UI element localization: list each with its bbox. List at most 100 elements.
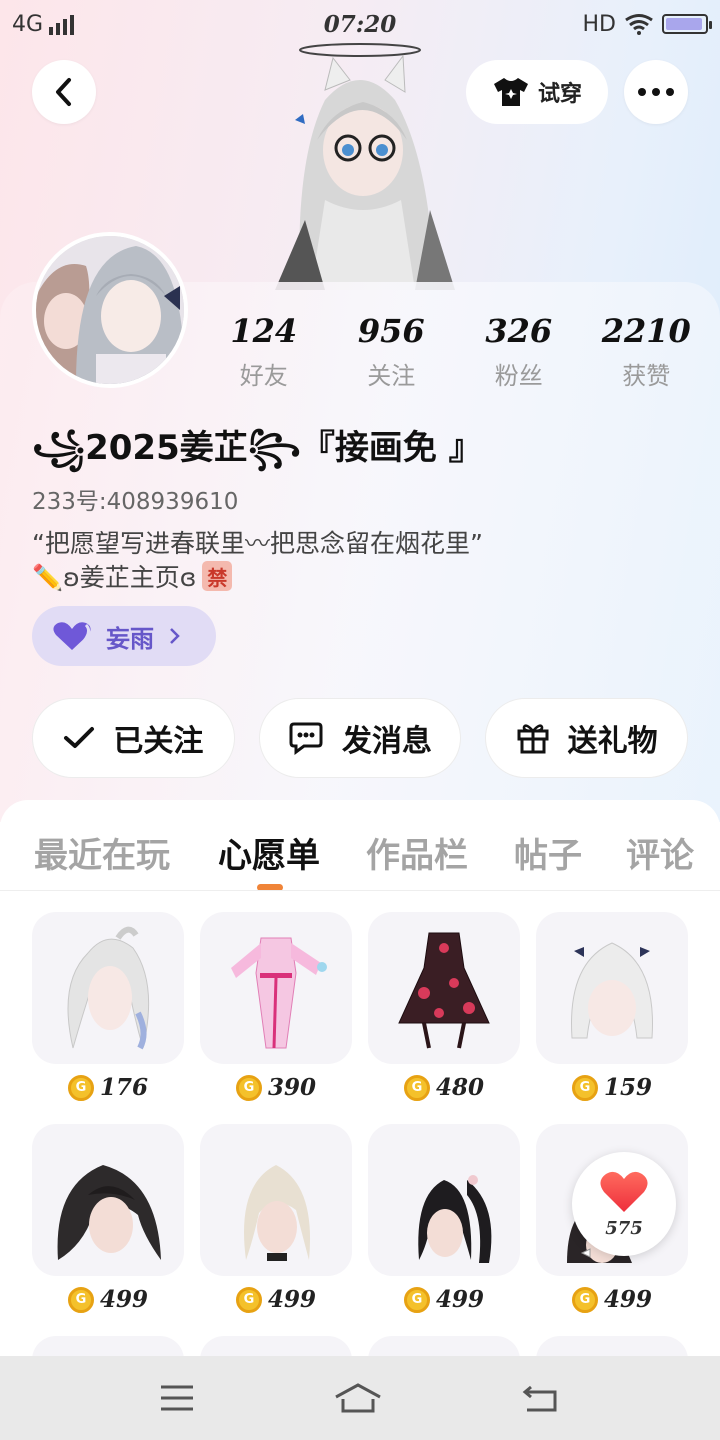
clock: 07:20: [323, 10, 397, 38]
action-row: 已关注 发消息 送礼物: [32, 698, 689, 778]
coin-icon: G: [403, 1286, 430, 1313]
avatar-image: [36, 236, 184, 384]
nickname: ꧁2025姜芷꧂『接画免 』: [32, 428, 483, 468]
wishlist-item[interactable]: G 176: [32, 912, 184, 1101]
coin-icon: G: [67, 1074, 94, 1101]
wishlist-item[interactable]: G 159: [536, 912, 688, 1101]
tab-works[interactable]: 作品栏: [366, 828, 468, 877]
guard-name: 妄雨: [106, 624, 154, 653]
like-float-button[interactable]: 575: [572, 1152, 676, 1256]
wishlist-item[interactable]: G 499: [32, 1124, 184, 1313]
network-type: 4G: [12, 11, 44, 37]
price-value: 499: [267, 1286, 316, 1313]
stats-row: 124 好友 956 关注 326 粉丝 2210 获赞: [200, 312, 710, 391]
price-value: 176: [99, 1074, 148, 1101]
stat-friends[interactable]: 124 好友: [200, 312, 328, 391]
item-thumbnail: [368, 1124, 520, 1276]
wishlist-item[interactable]: G 480: [368, 912, 520, 1101]
bio-line-2: ✏️ʚ姜芷主页ɞ 禁: [32, 558, 233, 594]
network-indicator: 4G: [12, 11, 75, 37]
coin-icon: G: [403, 1074, 430, 1101]
price-value: 390: [267, 1074, 316, 1101]
gift-button[interactable]: 送礼物: [485, 698, 689, 778]
stat-value: 326: [485, 312, 553, 350]
wishlist-item[interactable]: G 499: [200, 1124, 352, 1313]
hair-thumbnail-icon: [57, 1165, 161, 1260]
wishlist-item[interactable]: G 390: [200, 912, 352, 1101]
back-button[interactable]: [32, 60, 96, 124]
tab-comments[interactable]: 评论: [626, 828, 694, 877]
price-value: 480: [435, 1074, 484, 1101]
item-price: G 499: [32, 1286, 184, 1313]
like-count: 575: [605, 1217, 643, 1239]
gift-label: 送礼物: [567, 724, 658, 759]
user-id[interactable]: 233号:408939610: [32, 482, 238, 516]
price-value: 499: [99, 1286, 148, 1313]
more-button[interactable]: [624, 60, 688, 124]
wishlist-item[interactable]: G 499: [368, 1124, 520, 1313]
try-on-label: 试穿: [537, 82, 582, 107]
hair-thumbnail-icon: [67, 926, 150, 1050]
heart-icon: [600, 1171, 648, 1212]
tab-wishlist[interactable]: 心愿单: [218, 828, 320, 877]
gift-icon: [517, 724, 549, 754]
message-label: 发消息: [342, 724, 432, 759]
menu-icon[interactable]: [159, 1384, 195, 1412]
coin-icon: G: [571, 1074, 598, 1101]
item-price: G 390: [200, 1074, 352, 1101]
tab-posts[interactable]: 帖子: [514, 828, 582, 877]
item-price: G 499: [536, 1286, 688, 1313]
coin-icon: G: [67, 1286, 94, 1313]
stat-fans[interactable]: 326 粉丝: [455, 312, 583, 391]
hd-indicator: HD: [582, 11, 616, 37]
wifi-icon: [625, 14, 653, 35]
check-icon: [64, 727, 95, 748]
coin-icon: G: [571, 1286, 598, 1313]
hair-thumbnail-icon: [244, 1165, 311, 1261]
purple-heart-icon: [53, 622, 91, 650]
message-button[interactable]: 发消息: [258, 698, 462, 778]
bio-line-1: “把愿望写进春联里〰把思念留在烟花里”: [32, 529, 483, 558]
tab-recently-played[interactable]: 最近在玩: [34, 828, 170, 877]
avatar-3d-figure: [275, 43, 455, 290]
stat-label: 关注: [367, 362, 416, 390]
hair-thumbnail-icon: [571, 942, 653, 1039]
tab-divider: [0, 890, 720, 891]
try-on-button[interactable]: 试穿: [466, 60, 608, 124]
stat-label: 获赞: [622, 362, 671, 390]
hair-thumbnail-icon: [418, 1175, 492, 1263]
item-thumbnail: [32, 912, 184, 1064]
system-nav-bar: [0, 1356, 720, 1440]
tab-bar: 最近在玩 心愿单 作品栏 帖子 评论: [0, 820, 720, 890]
home-icon[interactable]: [334, 1383, 382, 1413]
stat-value: 956: [357, 312, 425, 350]
followed-label: 已关注: [113, 724, 204, 759]
outfit-thumbnail-icon: [231, 937, 327, 1049]
item-thumbnail: [368, 912, 520, 1064]
stat-label: 粉丝: [494, 362, 543, 390]
item-price: G 159: [536, 1074, 688, 1101]
followed-button[interactable]: 已关注: [32, 698, 235, 778]
stat-following[interactable]: 956 关注: [328, 312, 456, 391]
stat-likes[interactable]: 2210 获赞: [583, 312, 711, 391]
item-thumbnail: [536, 912, 688, 1064]
chat-bubble-icon: [289, 722, 323, 755]
coin-icon: G: [235, 1286, 262, 1313]
more-dots-icon: [638, 88, 674, 96]
back-nav-icon[interactable]: [521, 1383, 561, 1413]
price-value: 499: [435, 1286, 484, 1313]
tshirt-icon: [493, 78, 528, 106]
price-value: 499: [603, 1286, 652, 1313]
coin-icon: G: [235, 1074, 262, 1101]
stat-value: 2210: [601, 312, 691, 350]
guard-tag[interactable]: 妄雨: [32, 606, 216, 666]
ban-badge: 禁: [202, 561, 233, 591]
signal-icon: [49, 13, 75, 35]
stat-value: 124: [230, 312, 298, 350]
item-thumbnail: [32, 1124, 184, 1276]
chevron-right-icon: [170, 628, 180, 644]
item-thumbnail: [200, 912, 352, 1064]
bio-line-2-text: ✏️ʚ姜芷主页ɞ: [32, 563, 197, 592]
price-value: 159: [603, 1074, 652, 1101]
avatar[interactable]: [32, 232, 188, 388]
